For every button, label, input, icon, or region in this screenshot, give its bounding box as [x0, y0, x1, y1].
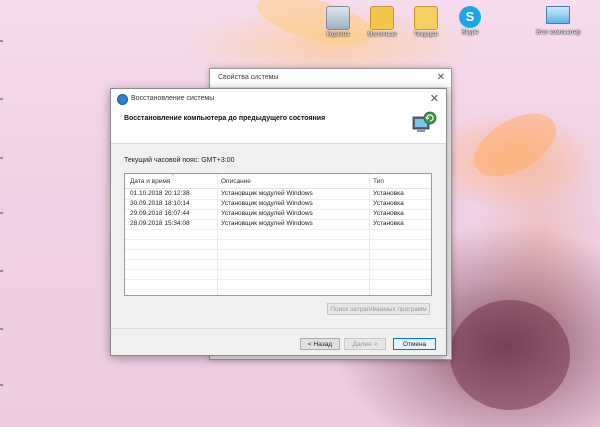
system-properties-titlebar: Свойства системы ✕ — [210, 69, 451, 88]
cell-type: Установка — [373, 210, 404, 217]
cell-type: Установка — [373, 220, 404, 227]
dialog-titlebar: Восстановление системы ✕ — [111, 89, 446, 109]
desktop-icon-label: Текущее — [414, 32, 438, 38]
cell-date: 30.09.2018 18:10:14 — [130, 200, 190, 207]
restore-points-list[interactable]: Дата и время ⌃ Описание Тип 01.10.2018 2… — [124, 173, 432, 296]
cell-description: Установщик модулей Windows — [221, 200, 313, 207]
desktop-icon-label: Молочные — [367, 32, 397, 38]
row-divider — [125, 259, 431, 260]
recycle-bin-icon — [326, 6, 350, 30]
close-icon[interactable]: ✕ — [430, 92, 439, 105]
back-button[interactable]: < Назад — [300, 338, 340, 350]
row-divider — [125, 229, 431, 230]
cell-date: 28.09.2018 15:34:08 — [130, 220, 190, 227]
column-header-date[interactable]: Дата и время — [130, 178, 170, 185]
desktop-icon-folder-1[interactable]: Молочные — [358, 6, 406, 39]
cell-description: Установщик модулей Windows — [221, 190, 313, 197]
system-restore-icon — [117, 94, 128, 105]
flower-petal — [463, 100, 567, 190]
next-button[interactable]: Далее > — [344, 338, 386, 350]
timezone-label: Текущий часовой пояс: GMT+3:00 — [124, 157, 235, 164]
window-title: Свойства системы — [218, 74, 279, 81]
close-icon[interactable]: ✕ — [437, 72, 445, 83]
cell-date: 29.09.2018 16:07:44 — [130, 210, 190, 217]
cell-type: Установка — [373, 190, 404, 197]
footer-divider — [111, 328, 446, 329]
system-restore-dialog: Восстановление системы ✕ Восстановление … — [110, 88, 447, 356]
table-row[interactable]: 30.09.2018 18:10:14 Установщик модулей W… — [125, 199, 431, 209]
dialog-header: Восстановление компьютера до предыдущего… — [111, 109, 446, 144]
computer-icon — [546, 6, 570, 24]
row-divider — [125, 239, 431, 240]
row-divider — [125, 249, 431, 250]
cell-description: Установщик модулей Windows — [221, 220, 313, 227]
cell-type: Установка — [373, 200, 404, 207]
row-divider — [125, 269, 431, 270]
desktop-icon-label: Корзина — [326, 32, 350, 38]
cell-description: Установщик модулей Windows — [221, 210, 313, 217]
folder-icon — [414, 6, 438, 30]
desktop-icon-this-computer[interactable]: Этот компьютер — [534, 6, 582, 37]
left-edge-icons — [0, 0, 6, 427]
column-header-type[interactable]: Тип — [373, 178, 384, 185]
column-header-description[interactable]: Описание — [221, 178, 251, 185]
row-divider — [125, 219, 431, 220]
skype-icon: S — [459, 6, 481, 28]
sort-arrow-icon: ⌃ — [171, 174, 176, 180]
list-header: Дата и время ⌃ Описание Тип — [125, 174, 431, 189]
row-divider — [125, 279, 431, 280]
table-row[interactable]: 29.09.2018 16:07:44 Установщик модулей W… — [125, 209, 431, 219]
folder-icon — [370, 6, 394, 30]
row-divider — [125, 209, 431, 210]
desktop-icon-recycle-bin[interactable]: Корзина — [314, 6, 362, 39]
cell-date: 01.10.2018 20:12:38 — [130, 190, 190, 197]
desktop-icon-label: Skype — [461, 30, 479, 36]
desktop-icon-folder-2[interactable]: Текущее — [402, 6, 450, 39]
scan-affected-programs-button[interactable]: Поиск затрагиваемых программ — [327, 303, 430, 315]
row-divider — [125, 289, 431, 290]
table-row[interactable]: 01.10.2018 20:12:38 Установщик модулей W… — [125, 189, 431, 199]
restore-computer-icon — [412, 111, 437, 132]
dialog-heading: Восстановление компьютера до предыдущего… — [124, 115, 326, 122]
flower-center — [450, 300, 570, 410]
cancel-button[interactable]: Отмена — [393, 338, 436, 350]
desktop-icon-skype[interactable]: S Skype — [446, 6, 494, 37]
desktop-icon-label: Этот компьютер — [535, 30, 581, 36]
dialog-title: Восстановление системы — [131, 95, 215, 102]
row-divider — [125, 199, 431, 200]
table-row[interactable]: 28.09.2018 15:34:08 Установщик модулей W… — [125, 219, 431, 229]
